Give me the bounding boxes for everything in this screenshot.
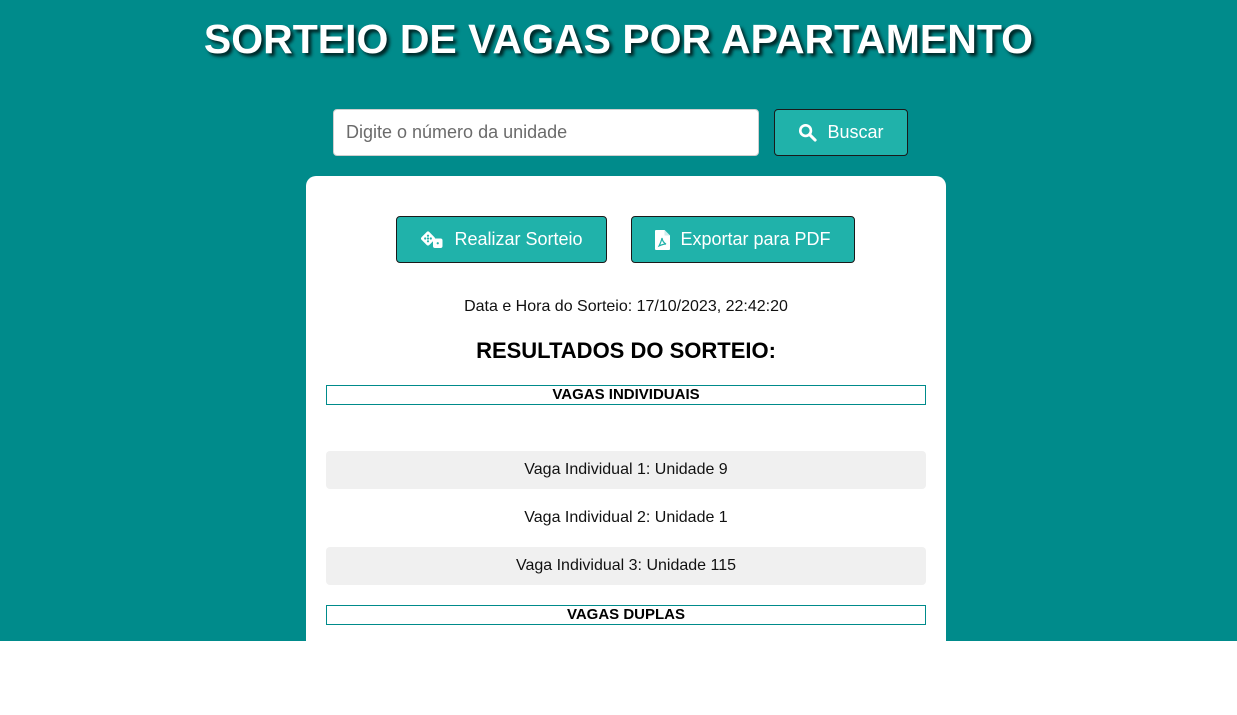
dice-icon bbox=[420, 230, 444, 250]
draw-datetime: Data e Hora do Sorteio: 17/10/2023, 22:4… bbox=[306, 298, 946, 316]
file-pdf-icon bbox=[655, 229, 671, 250]
exportar-pdf-button[interactable]: Exportar para PDF bbox=[631, 216, 855, 263]
search-button[interactable]: Buscar bbox=[774, 109, 908, 156]
page-title: SORTEIO DE VAGAS POR APARTAMENTO bbox=[203, 16, 1034, 62]
exportar-pdf-label: Exportar para PDF bbox=[680, 229, 831, 249]
draw-datetime-text: Data e Hora do Sorteio: 17/10/2023, 22:4… bbox=[464, 298, 788, 315]
double-spots-header: VAGAS DUPLAS bbox=[326, 605, 926, 625]
list-item: Vaga Individual 1: Unidade 9 bbox=[326, 451, 926, 489]
results-title: RESULTADOS DO SORTEIO: bbox=[476, 338, 776, 363]
individual-spots-header: VAGAS INDIVIDUAIS bbox=[326, 385, 926, 405]
search-button-label: Buscar bbox=[827, 122, 884, 142]
results-card: Realizar Sorteio Exportar para PDF Data … bbox=[306, 176, 946, 715]
list-item: Vaga Individual 2: Unidade 1 bbox=[524, 509, 728, 526]
realizar-sorteio-label: Realizar Sorteio bbox=[454, 229, 583, 249]
list-item: Vaga Individual 3: Unidade 115 bbox=[326, 547, 926, 585]
unit-search-input[interactable] bbox=[333, 109, 759, 156]
realizar-sorteio-button[interactable]: Realizar Sorteio bbox=[396, 216, 607, 263]
search-icon bbox=[798, 123, 818, 142]
